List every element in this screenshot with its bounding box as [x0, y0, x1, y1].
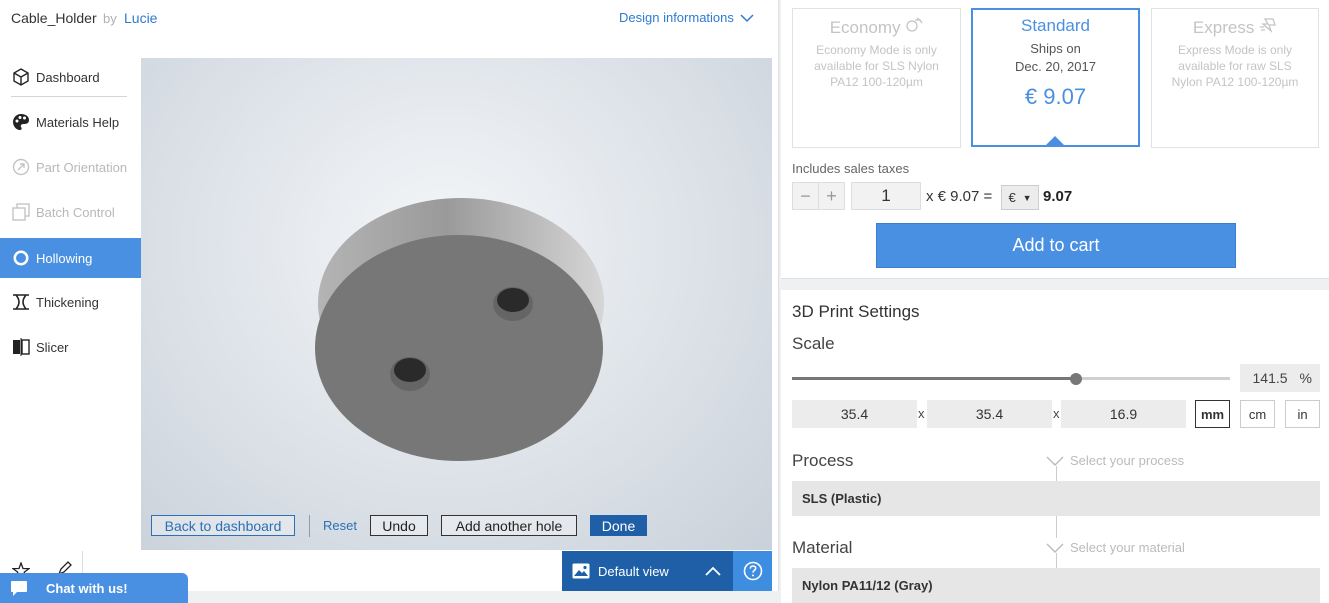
sidebar-item-materials-help[interactable]: Materials Help	[0, 102, 141, 142]
sidebar-item-thickening[interactable]: Thickening	[0, 282, 141, 322]
connector-line	[1056, 553, 1057, 569]
quantity-increase-button[interactable]: +	[818, 182, 845, 210]
tier-description: Express Mode is only available for raw S…	[1171, 43, 1299, 89]
quantity-decrease-button[interactable]: −	[792, 182, 819, 210]
palette-icon	[11, 112, 31, 132]
slicer-icon	[11, 337, 31, 357]
sidebar-item-label: Materials Help	[36, 114, 120, 130]
tier-description: Ships on Dec. 20, 2017	[973, 40, 1138, 76]
default-view-label: Default view	[598, 563, 669, 579]
default-view-button[interactable]: Default view	[562, 551, 733, 591]
chevron-down-icon	[1046, 543, 1064, 553]
add-to-cart-button[interactable]: Add to cart	[876, 223, 1236, 268]
sidebar-item-label: Dashboard	[36, 69, 100, 85]
process-label: Process	[792, 451, 854, 470]
toolbar-separator	[309, 515, 310, 537]
back-to-dashboard-button[interactable]: Back to dashboard	[151, 515, 295, 536]
orientation-icon	[11, 157, 31, 177]
image-icon	[572, 563, 590, 579]
process-hint: Select your process	[1070, 453, 1185, 468]
scale-slider-handle[interactable]	[1070, 373, 1082, 385]
unit-cm-button[interactable]: cm	[1240, 400, 1275, 428]
undo-button[interactable]: Undo	[370, 515, 428, 536]
total-price: 9.07	[1043, 188, 1073, 205]
dropdown-arrow-icon: ▼	[1022, 192, 1032, 203]
help-button[interactable]	[733, 551, 772, 591]
connector-line	[1056, 466, 1057, 482]
sidebar-item-label: Thickening	[36, 294, 99, 310]
sidebar-item-label: Slicer	[36, 339, 69, 355]
scale-unit: %	[1299, 370, 1312, 386]
material-value[interactable]: Nylon PA11/12 (Gray)	[792, 568, 1320, 603]
design-info-toggle[interactable]: Design informations	[619, 10, 754, 25]
cube-icon	[11, 67, 31, 87]
model-render	[315, 198, 604, 461]
unit-price: x € 9.07 =	[926, 188, 993, 205]
settings-title: 3D Print Settings	[792, 302, 920, 321]
scale-slider-fill	[792, 377, 1076, 380]
material-hint: Select your material	[1070, 540, 1185, 555]
quantity-input[interactable]: 1	[851, 182, 921, 210]
sidebar-item-label: Batch Control	[36, 204, 115, 220]
tier-name: Standard	[1021, 16, 1090, 35]
print-settings-card	[781, 290, 1329, 603]
dimension-separator: x	[918, 406, 925, 421]
dimension-y-input[interactable]: 35.4	[927, 400, 1052, 428]
scale-value: 141.5	[1252, 370, 1288, 386]
chat-bubble-icon	[11, 581, 27, 596]
sidebar-divider	[11, 96, 127, 97]
ship-date: Dec. 20, 2017	[1015, 59, 1096, 74]
express-icon	[1260, 18, 1276, 34]
project-title: Cable_Holder	[11, 10, 97, 26]
sidebar-item-dashboard[interactable]: Dashboard	[0, 57, 141, 97]
sidebar-item-slicer[interactable]: Slicer	[0, 327, 141, 367]
tier-price: € 9.07	[1024, 84, 1087, 109]
chat-label: Chat with us!	[46, 580, 128, 596]
sidebar-item-label: Hollowing	[36, 250, 93, 266]
dimension-z-input[interactable]: 16.9	[1061, 400, 1186, 428]
3d-viewer[interactable]	[141, 58, 772, 550]
hollow-circle-icon	[11, 248, 31, 268]
sidebar-item-batch-control[interactable]: Batch Control	[0, 192, 141, 232]
unit-mm-button[interactable]: mm	[1195, 400, 1230, 428]
tier-description: Economy Mode is only available for SLS N…	[814, 43, 939, 89]
material-label: Material	[792, 538, 853, 557]
thickening-icon	[11, 292, 31, 312]
reset-button[interactable]: Reset	[320, 515, 360, 536]
currency-select[interactable]: € ▼	[1001, 185, 1039, 210]
economy-icon	[906, 17, 923, 32]
process-selector[interactable]: Select your process	[1046, 453, 1184, 468]
author-link[interactable]: Lucie	[124, 10, 157, 26]
done-button[interactable]: Done	[590, 515, 647, 536]
chevron-down-icon	[1046, 456, 1064, 466]
tier-economy[interactable]: Economy Economy Mode is only available f…	[792, 8, 961, 148]
connector-line	[1056, 516, 1057, 538]
tier-name: Express	[1152, 17, 1318, 38]
dimension-x-input[interactable]: 35.4	[792, 400, 917, 428]
chevron-down-icon	[740, 13, 754, 22]
by-label: by	[103, 11, 117, 26]
sidebar-item-part-orientation[interactable]: Part Orientation	[0, 147, 141, 187]
tier-express[interactable]: Express Express Mode is only available f…	[1151, 8, 1319, 148]
currency-value: €	[1008, 190, 1016, 205]
tier-name: Economy	[793, 17, 960, 38]
design-info-label: Design informations	[619, 10, 734, 25]
material-selector[interactable]: Select your material	[1046, 540, 1185, 555]
selected-tier-caret	[1046, 136, 1064, 145]
process-value[interactable]: SLS (Plastic)	[792, 481, 1320, 516]
sidebar-item-hollowing[interactable]: Hollowing	[0, 238, 141, 278]
scale-label: Scale	[792, 334, 835, 353]
ships-on-label: Ships on	[1030, 41, 1081, 56]
batch-icon	[11, 202, 31, 222]
chat-button[interactable]: Chat with us!	[0, 573, 188, 603]
add-another-hole-button[interactable]: Add another hole	[441, 515, 577, 536]
tax-note: Includes sales taxes	[792, 161, 910, 176]
tier-standard[interactable]: Standard Ships on Dec. 20, 2017 € 9.07	[971, 8, 1140, 147]
question-icon	[743, 561, 762, 581]
chevron-up-icon[interactable]	[693, 551, 733, 591]
scale-input[interactable]: 141.5 %	[1240, 364, 1320, 392]
sidebar-item-label: Part Orientation	[36, 159, 128, 175]
unit-in-button[interactable]: in	[1285, 400, 1320, 428]
dimension-separator: x	[1053, 406, 1060, 421]
